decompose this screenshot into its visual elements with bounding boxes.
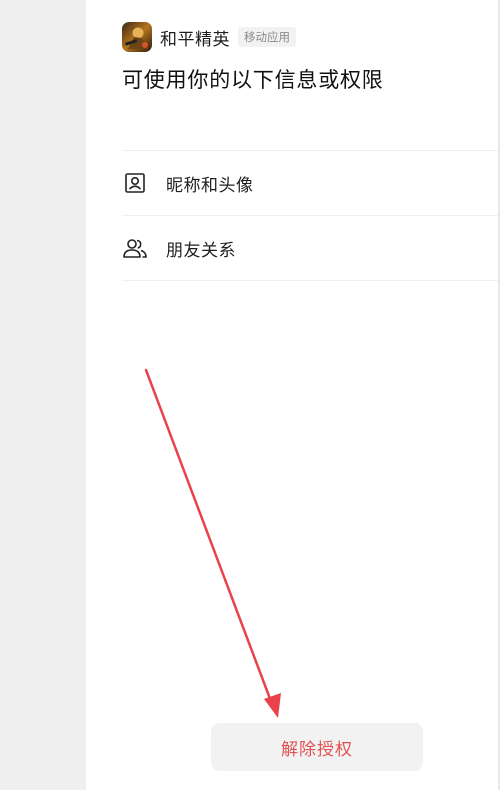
permission-label: 昵称和头像 [166, 175, 254, 196]
permission-content: 和平精英 移动应用 可使用你的以下信息或权限 昵称和头像 朋友关系 [86, 0, 498, 790]
app-header: 和平精英 移动应用 [122, 22, 296, 52]
revoke-authorization-button[interactable]: 解除授权 [211, 723, 423, 771]
game-app-icon [122, 22, 152, 52]
page-title: 可使用你的以下信息或权限 [122, 68, 384, 92]
friends-icon [122, 235, 148, 261]
app-permission-page: 和平精英 移动应用 可使用你的以下信息或权限 昵称和头像 朋友关系 解除授权 [0, 0, 500, 790]
app-name: 和平精英 [160, 29, 230, 50]
left-side-panel [0, 0, 86, 790]
permission-list: 昵称和头像 朋友关系 [122, 150, 498, 281]
permission-item-nickname-avatar: 昵称和头像 [122, 151, 498, 216]
permission-label: 朋友关系 [166, 240, 236, 261]
permission-item-friends: 朋友关系 [122, 216, 498, 281]
profile-card-icon [122, 170, 148, 196]
app-type-badge: 移动应用 [238, 27, 296, 47]
